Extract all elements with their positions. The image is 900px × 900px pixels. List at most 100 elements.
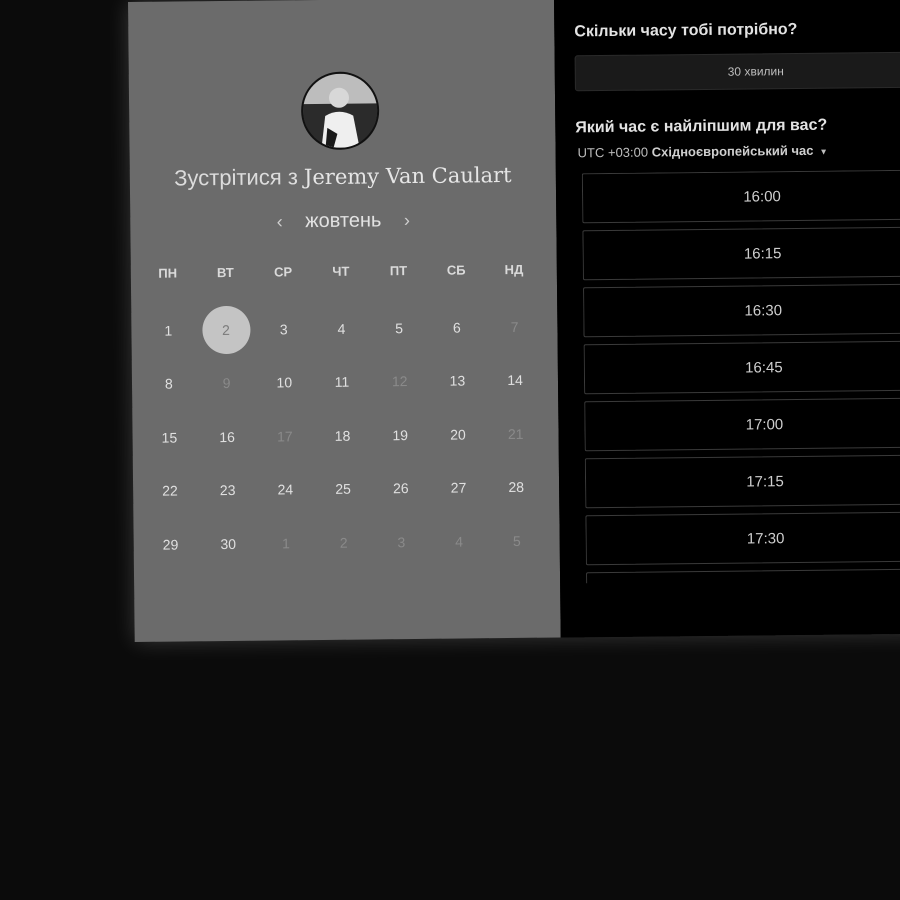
weekday-label: ПН xyxy=(158,265,178,281)
calendar-day-number: 13 xyxy=(449,372,466,389)
timezone-offset: UTC +03:00 xyxy=(577,144,649,161)
calendar-day-number: 5 xyxy=(395,319,404,336)
weekday-label: ЧТ xyxy=(332,263,350,279)
calendar-day[interactable]: 20 xyxy=(429,407,487,461)
calendar-day[interactable]: 22 xyxy=(141,464,199,518)
calendar-day-number: 6 xyxy=(452,319,461,336)
calendar-day-number: 15 xyxy=(161,429,178,446)
calendar-day[interactable]: 11 xyxy=(313,355,371,409)
calendar-day-number: 24 xyxy=(277,481,294,498)
duration-value: 30 хвилин xyxy=(727,64,784,79)
duration-question: Скільки часу тобі потрібно? xyxy=(574,20,798,41)
calendar-day-number: 25 xyxy=(335,480,351,498)
weekday-label: ВТ xyxy=(216,264,234,281)
calendar-day[interactable]: 14 xyxy=(486,353,544,407)
calendar-day-number: 16 xyxy=(219,428,235,445)
weekday-label: ПТ xyxy=(389,263,408,279)
calendar-day[interactable]: 6 xyxy=(428,300,486,354)
avatar-photo-icon xyxy=(302,73,378,149)
calendar-day[interactable]: 18 xyxy=(313,408,371,462)
calendar-day[interactable]: 16 xyxy=(198,410,256,464)
calendar-day-number: 22 xyxy=(162,482,178,499)
calendar-day-number: 30 xyxy=(220,535,237,552)
calendar-day-number: 23 xyxy=(219,482,236,499)
calendar-day-number: 19 xyxy=(392,426,409,444)
calendar-day[interactable]: 4 xyxy=(312,301,370,355)
time-question: Який час є найліпшим для вас? xyxy=(575,116,828,137)
time-slot-list: 16:00 16:15 16:30 16:45 17:00 17:15 17:3… xyxy=(581,169,900,584)
calendar-day[interactable]: 13 xyxy=(428,354,486,408)
time-slot[interactable]: 17:00 xyxy=(584,397,900,452)
host-name: Jeremy Van Caulart xyxy=(303,162,512,190)
time-selection-panel: Скільки часу тобі потрібно? 30 хвилин Як… xyxy=(553,0,900,638)
calendar-day[interactable]: 28 xyxy=(487,460,545,514)
calendar-day-number: 2 xyxy=(201,305,251,354)
calendar-day: 5 xyxy=(488,514,546,568)
calendar-day[interactable]: 30 xyxy=(199,517,257,571)
calendar-day[interactable]: 10 xyxy=(255,356,313,410)
calendar-day-selected[interactable]: 2 xyxy=(197,303,255,357)
timezone-select[interactable]: UTC +03:00 Східноєвропейський час ▾ xyxy=(577,142,827,161)
calendar-day-number: 11 xyxy=(334,373,350,391)
calendar-day-number: 17 xyxy=(276,428,293,445)
time-slot[interactable] xyxy=(585,568,900,584)
calendar-days: 1 2 3 4 5 6 7 8 9 10 11 12 13 14 15 16 17 18 19 20 21 22 23 24 2… xyxy=(139,300,546,572)
calendar-day[interactable]: 15 xyxy=(140,410,198,464)
calendar-day-number: 14 xyxy=(507,372,523,389)
calendar-day[interactable]: 5 xyxy=(370,301,428,355)
calendar-day-number: 18 xyxy=(334,427,351,444)
calendar-day-number: 2 xyxy=(339,534,348,551)
calendar-day[interactable]: 3 xyxy=(255,302,313,356)
calendar-day[interactable]: 29 xyxy=(141,517,199,571)
calendar-day: 4 xyxy=(430,514,488,568)
calendar-day[interactable]: 8 xyxy=(140,357,198,411)
chevron-left-icon[interactable]: ‹ xyxy=(268,211,292,232)
calendar-day-number: 10 xyxy=(276,374,293,391)
calendar-day: 9 xyxy=(197,356,255,410)
chevron-right-icon[interactable]: › xyxy=(395,210,419,231)
calendar-day[interactable]: 23 xyxy=(199,463,257,517)
time-slot[interactable]: 16:45 xyxy=(583,340,900,395)
calendar-day[interactable]: 27 xyxy=(429,461,487,515)
timezone-name: Східноєвропейський час xyxy=(651,142,814,160)
calendar-day: 17 xyxy=(256,409,314,463)
calendar-day-number: 27 xyxy=(450,479,467,496)
calendar-day: 7 xyxy=(485,300,543,354)
calendar-day[interactable]: 26 xyxy=(372,461,430,515)
time-slot[interactable]: 17:15 xyxy=(584,454,900,509)
calendar-day[interactable]: 19 xyxy=(371,408,429,462)
scheduling-widget: Зустрітися з Jeremy Van Caulart ‹ жовтен… xyxy=(128,0,900,642)
duration-select[interactable]: 30 хвилин xyxy=(574,51,900,92)
calendar-day: 21 xyxy=(487,407,545,461)
time-slot[interactable]: 16:00 xyxy=(581,169,900,224)
calendar-day-number: 28 xyxy=(508,479,525,496)
weekday-label: СР xyxy=(274,264,293,280)
calendar-day-number: 21 xyxy=(507,425,524,442)
weekday-header: ПН ВТ СР ЧТ ПТ СБ НД xyxy=(139,262,543,281)
calendar-day[interactable]: 25 xyxy=(314,462,372,516)
weekday-label: НД xyxy=(504,261,524,278)
calendar-day[interactable]: 24 xyxy=(256,463,314,517)
calendar-day-number: 3 xyxy=(279,321,288,338)
calendar-panel: Зустрітися з Jeremy Van Caulart ‹ жовтен… xyxy=(128,0,561,642)
calendar-day-number: 4 xyxy=(337,320,346,337)
calendar-day-number: 3 xyxy=(397,533,406,550)
calendar-day-number: 9 xyxy=(222,375,231,392)
calendar-day-number: 7 xyxy=(510,318,519,335)
time-slot[interactable]: 17:30 xyxy=(585,511,900,566)
calendar-day-number: 4 xyxy=(455,533,464,550)
meeting-title: Зустрітися з Jeremy Van Caulart xyxy=(130,162,556,192)
calendar-day-number: 5 xyxy=(512,532,521,549)
calendar-day[interactable]: 1 xyxy=(139,303,197,357)
calendar-day-number: 29 xyxy=(162,536,179,553)
calendar-day-number: 26 xyxy=(392,480,409,497)
calendar-day: 12 xyxy=(371,354,429,408)
time-slot[interactable]: 16:15 xyxy=(582,226,900,281)
avatar xyxy=(300,71,380,151)
month-navigation: ‹ жовтень › xyxy=(130,208,556,235)
meeting-title-prefix: Зустрітися з xyxy=(174,164,298,191)
month-label: жовтень xyxy=(305,209,382,233)
calendar-day: 2 xyxy=(315,515,373,569)
caret-down-icon: ▾ xyxy=(820,146,827,158)
time-slot[interactable]: 16:30 xyxy=(583,283,900,338)
